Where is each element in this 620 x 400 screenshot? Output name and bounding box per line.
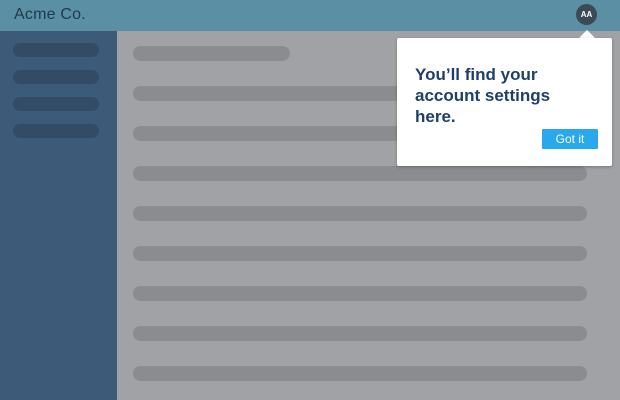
sidebar-item-placeholder[interactable]	[13, 97, 99, 111]
sidebar-item-placeholder[interactable]	[13, 43, 99, 57]
popover-message: You’ll find your account settings here.	[415, 65, 551, 126]
sidebar	[0, 31, 117, 400]
content-row-placeholder	[133, 326, 587, 341]
sidebar-item-placeholder[interactable]	[13, 124, 99, 138]
app-window: Acme Co. AA You’ll find your account set…	[0, 0, 620, 400]
top-header: Acme Co. AA	[0, 0, 620, 31]
got-it-button[interactable]: Got it	[542, 129, 598, 149]
content-row-placeholder	[133, 246, 587, 261]
account-settings-popover: You’ll find your account settings here. …	[397, 38, 612, 166]
content-row-placeholder	[133, 46, 290, 61]
content-row-placeholder	[133, 286, 587, 301]
content-row-placeholder	[133, 206, 587, 221]
sidebar-item-placeholder[interactable]	[13, 70, 99, 84]
content-row-placeholder	[133, 366, 587, 381]
account-avatar[interactable]: AA	[576, 4, 597, 25]
content-row-placeholder	[133, 166, 587, 181]
brand-name: Acme Co.	[14, 6, 86, 23]
avatar-initials: AA	[580, 10, 593, 19]
